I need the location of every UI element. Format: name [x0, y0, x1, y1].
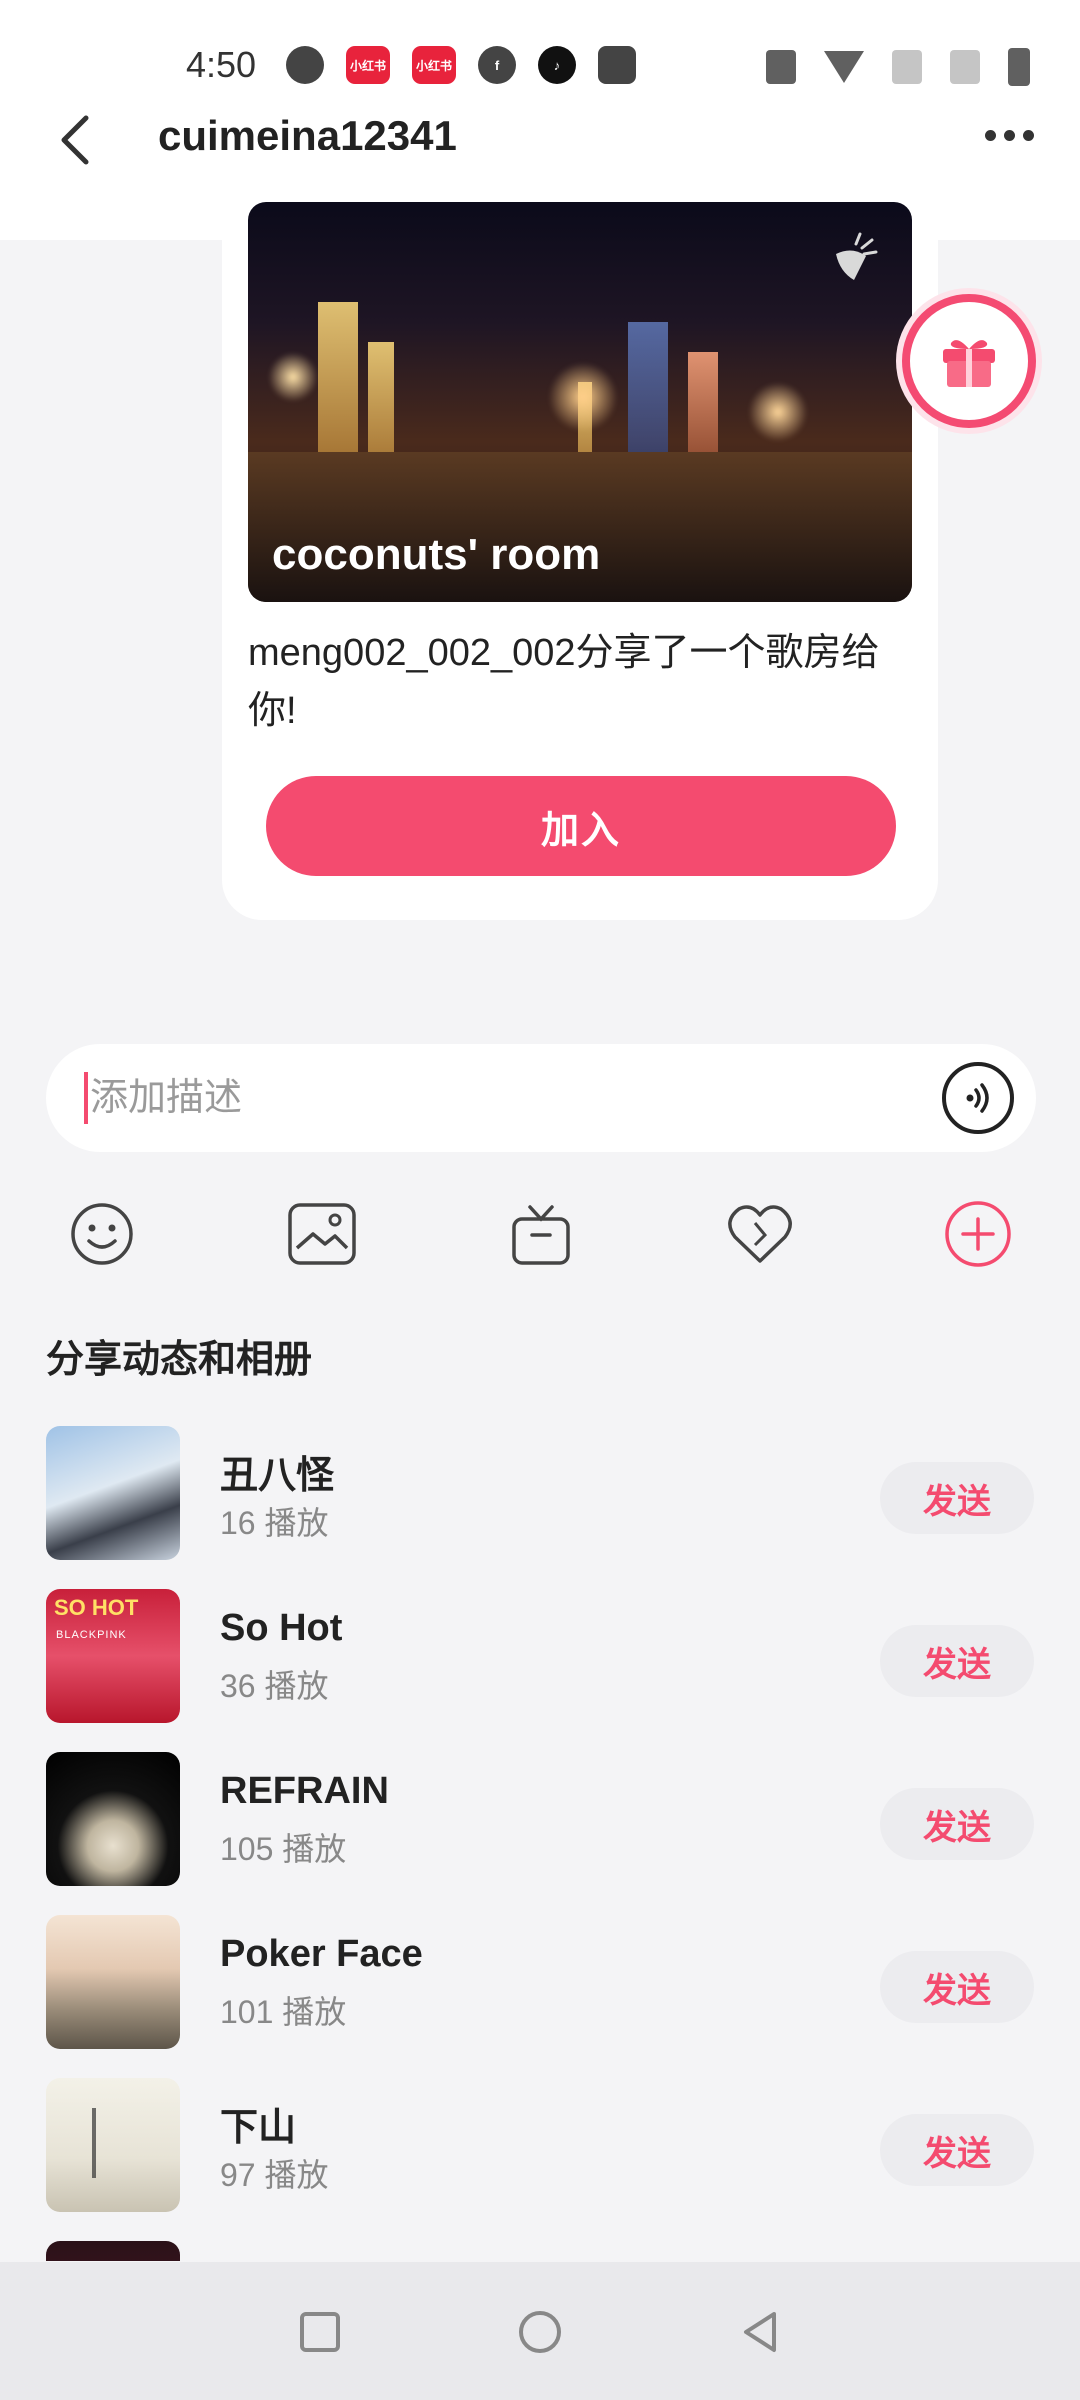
list-item[interactable]: 丑八怪 16 播放 发送 [0, 1426, 1080, 1566]
cover-text: BLACKPINK [56, 1629, 127, 1641]
back-icon[interactable] [736, 2308, 784, 2356]
description-input[interactable] [90, 1060, 910, 1136]
list-item[interactable]: Poker Face 101 播放 发送 [0, 1915, 1080, 2055]
list-item[interactable] [0, 2241, 1080, 2261]
share-message: meng002_002_002分享了一个歌房给你! [248, 632, 880, 732]
system-navigation-bar [0, 2262, 1080, 2400]
text-caret [84, 1072, 88, 1124]
more-options-icon[interactable] [985, 130, 1034, 141]
back-arrow-icon[interactable] [56, 112, 96, 168]
status-time: 4:50 [186, 44, 257, 85]
song-title: Poker Face [220, 1933, 423, 1975]
list-item[interactable]: SO HOT BLACKPINK So Hot 36 播放 发送 [0, 1589, 1080, 1729]
song-plays: 105 播放 [220, 1831, 347, 1867]
song-title: So Hot [220, 1607, 343, 1649]
song-cover-image [46, 1915, 180, 2049]
song-plays: 101 播放 [220, 1994, 347, 2030]
strawberry-icon [836, 232, 878, 280]
xiaohongshu-icon: 小红书 [346, 46, 390, 84]
song-cover-image [46, 2078, 180, 2212]
cover-text: SO HOT [54, 1595, 139, 1620]
send-button[interactable]: 发送 [880, 1462, 1034, 1534]
system-icons [766, 48, 1030, 86]
voice-input-icon[interactable] [942, 1062, 1014, 1134]
composer-toolbar [0, 1196, 1080, 1272]
recent-apps-icon[interactable] [296, 2308, 344, 2356]
facebook-icon: f [478, 46, 516, 84]
room-name: coconuts' room [272, 530, 601, 579]
notification-icons: 小红书 小红书 f ♪ [286, 46, 636, 84]
wifi-icon [824, 51, 864, 83]
heart-icon[interactable] [722, 1196, 798, 1272]
section-title: 分享动态和相册 [46, 1339, 313, 1381]
add-icon[interactable] [940, 1196, 1016, 1272]
song-title: 下山 [220, 2107, 297, 2149]
gift-box-icon[interactable] [503, 1196, 579, 1272]
gift-icon [943, 340, 995, 387]
send-button[interactable]: 发送 [880, 1951, 1034, 2023]
song-plays: 97 播放 [220, 2157, 329, 2193]
xiaohongshu-icon: 小红书 [412, 46, 456, 84]
image-icon[interactable] [284, 1196, 360, 1272]
emoji-icon[interactable] [64, 1196, 140, 1272]
no-signal-icon [950, 50, 980, 84]
battery-charging-icon [1008, 48, 1030, 86]
home-icon[interactable] [516, 2308, 564, 2356]
song-plays: 16 播放 [220, 1505, 329, 1541]
song-title: 丑八怪 [220, 1455, 335, 1497]
song-cover-image: SO HOT BLACKPINK [46, 1589, 180, 1723]
list-item[interactable]: 下山 97 播放 发送 [0, 2078, 1080, 2218]
song-plays: 36 播放 [220, 1668, 329, 1704]
send-button[interactable]: 发送 [880, 2114, 1034, 2186]
join-button[interactable]: 加入 [266, 776, 896, 876]
song-title: REFRAIN [220, 1770, 389, 1812]
send-button[interactable]: 发送 [880, 1625, 1034, 1697]
list-item[interactable]: REFRAIN 105 播放 发送 [0, 1752, 1080, 1892]
no-signal-icon [892, 50, 922, 84]
inbox-icon [598, 46, 636, 84]
song-cover-image [46, 1426, 180, 1560]
send-button[interactable]: 发送 [880, 1788, 1034, 1860]
song-cover-image [46, 2241, 180, 2261]
vibrate-icon [766, 50, 796, 84]
gift-floating-button[interactable] [902, 294, 1036, 428]
tiktok-icon: ♪ [538, 46, 576, 84]
app-icon [286, 46, 324, 84]
song-cover-image [46, 1752, 180, 1886]
